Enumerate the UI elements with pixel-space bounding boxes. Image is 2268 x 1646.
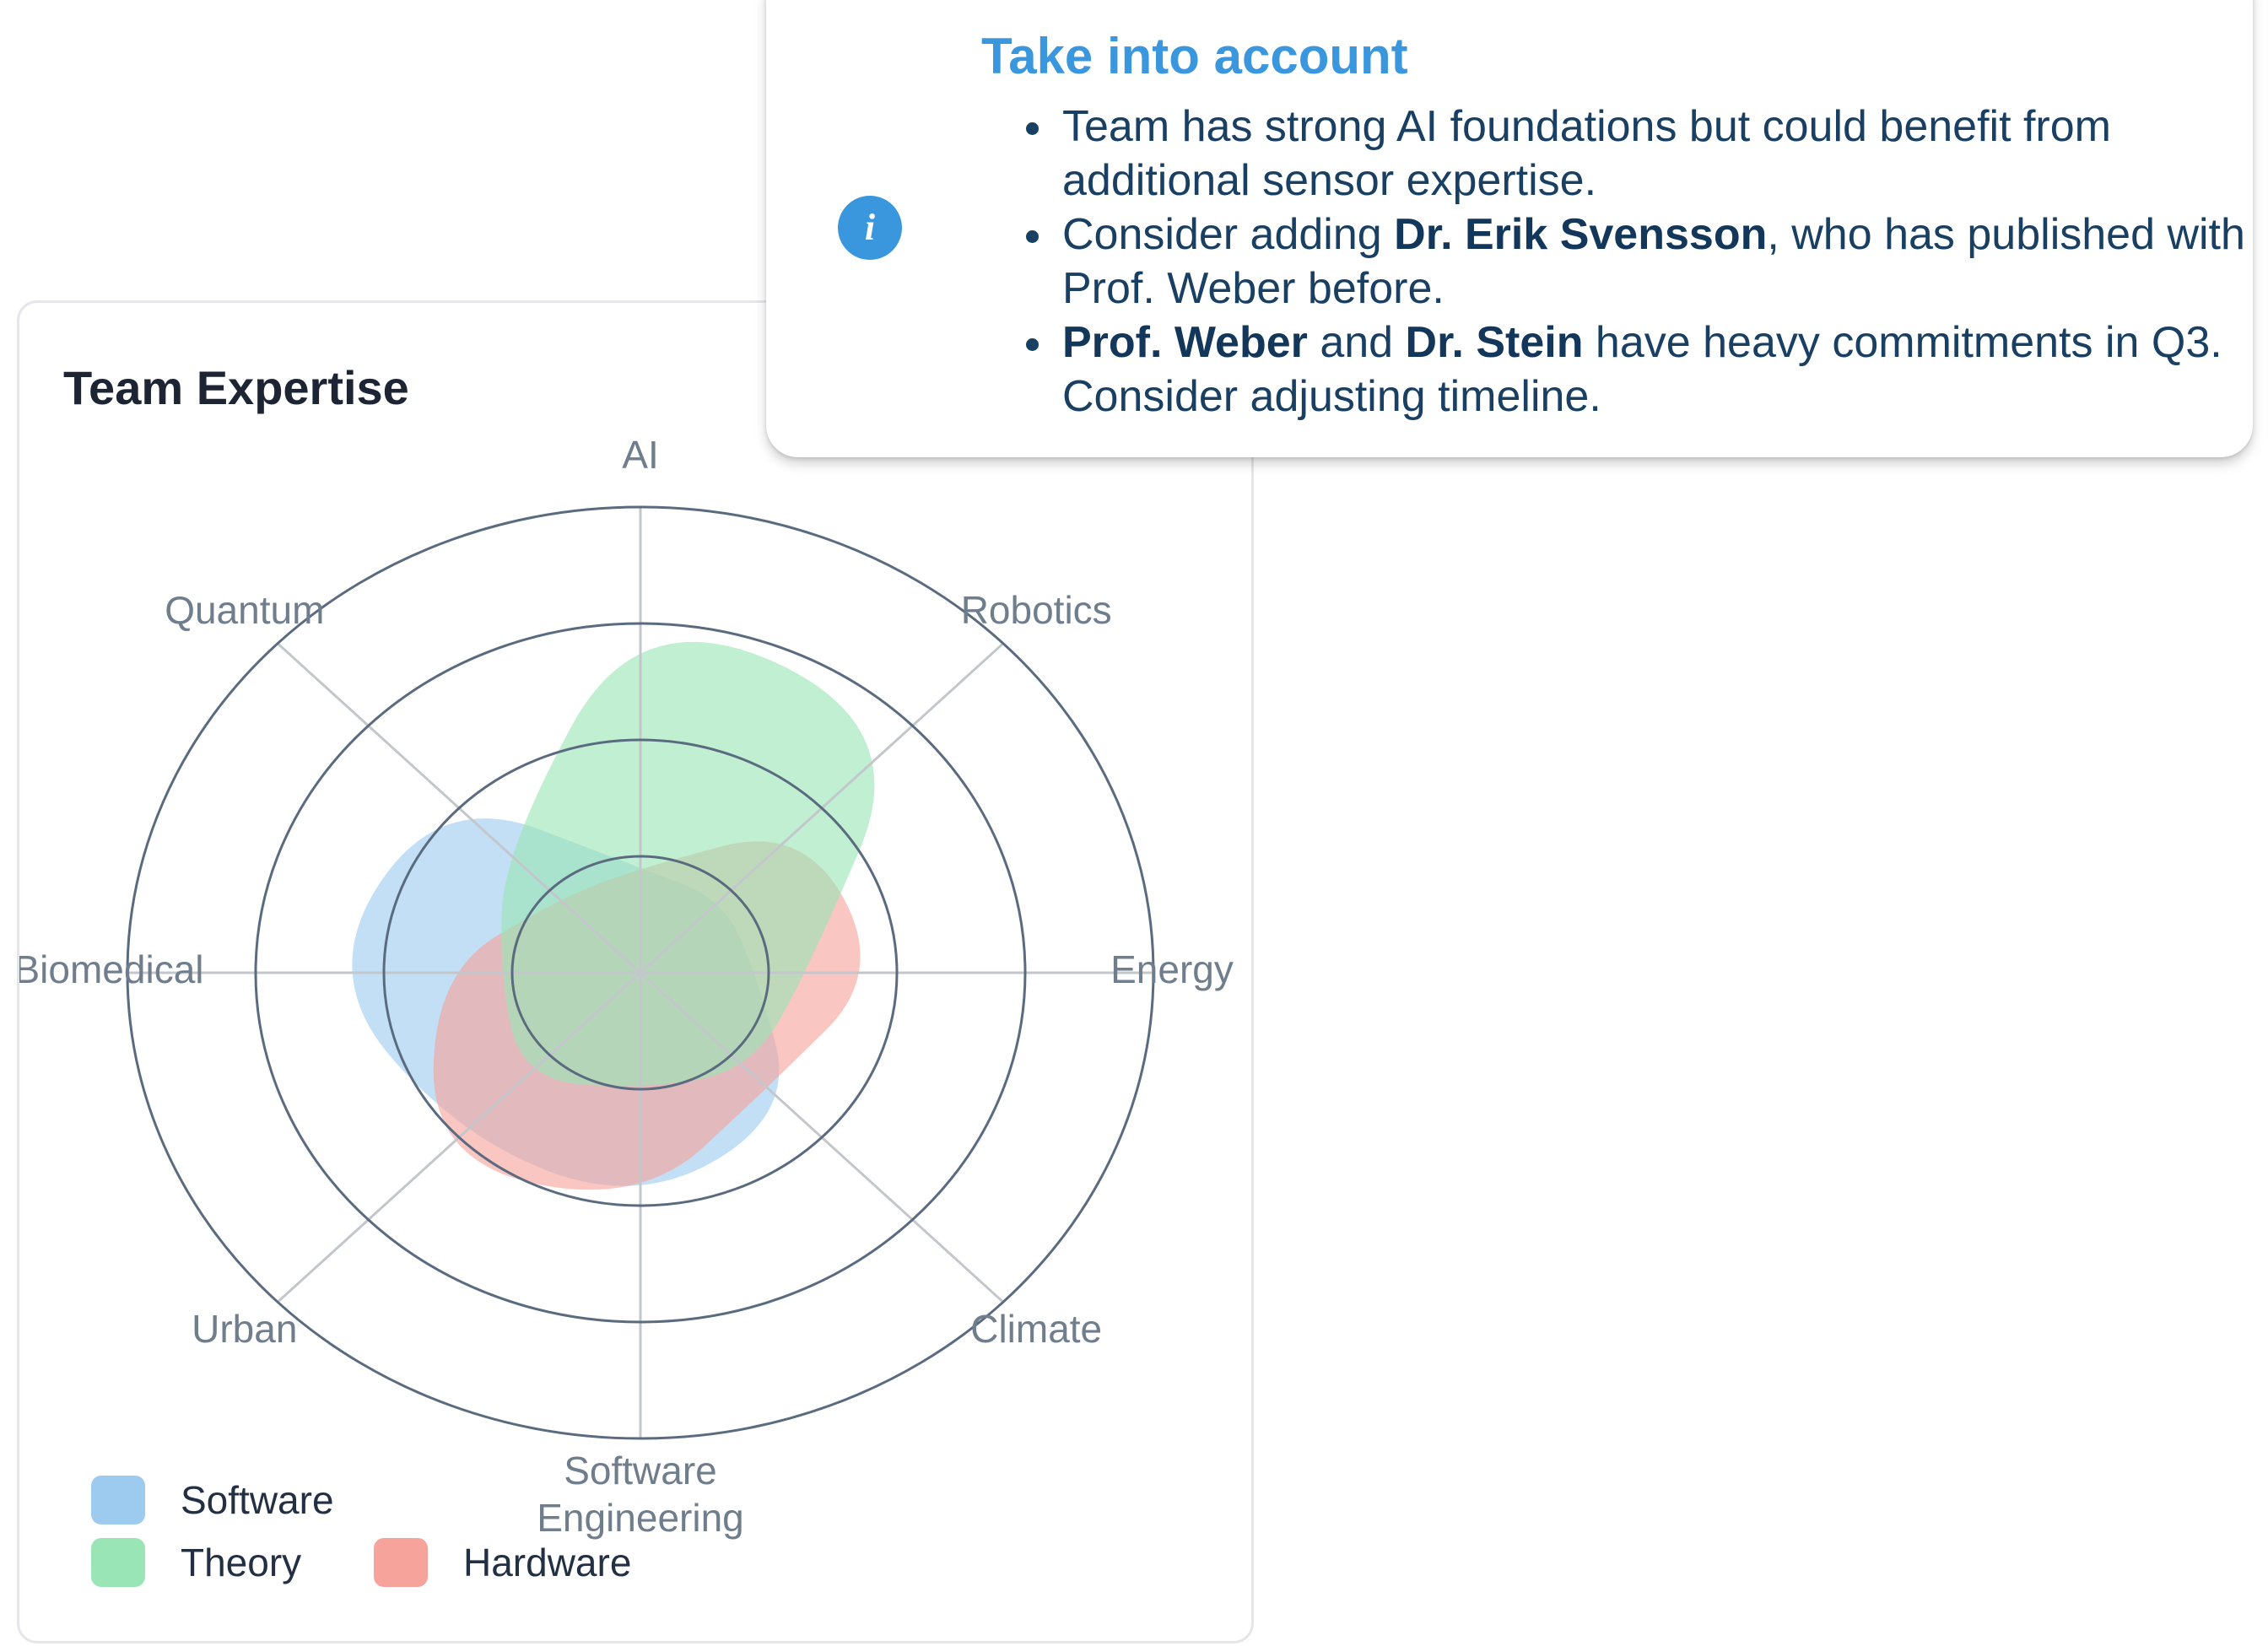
chart-legend: Software Theory Hardware [91,1476,850,1619]
axis-label-robotics: Robotics [961,588,1112,632]
recommendation-list: Team has strong AI foundations but could… [1008,100,2268,424]
recommendation-text: Team has strong AI foundations but could… [1062,102,2111,205]
person-name: Prof. Weber [1062,318,1308,367]
legend-item-theory: Theory [91,1538,301,1587]
person-name: Dr. Stein [1405,318,1584,367]
radar-chart: AIRoboticsEnergyClimateSoftware Engineeri… [19,433,1234,1540]
axis-label-biomedical: Biomedical [19,947,204,991]
team-expertise-card: Team Expertise AI Robotics Energy Climate So… [17,300,1254,1643]
legend-label: Software [181,1478,334,1522]
axis-label-ai: AI [622,433,658,477]
legend-label: Theory [181,1541,302,1584]
person-name: Dr. Erik Svensson [1394,210,1768,259]
recommendation-item: Team has strong AI foundations but could… [1057,100,2268,208]
axis-label-climate: Climate [970,1307,1102,1351]
legend-item-software: Software [91,1476,334,1525]
recommendation-text: Consider adding [1062,210,1395,259]
recommendation-item: Consider adding Dr. Erik Svensson, who h… [1057,208,2268,316]
legend-item-hardware: Hardware [374,1538,631,1587]
axis-label-quantum: Quantum [165,588,324,632]
info-icon: i [838,196,902,260]
axis-label-urban: Urban [192,1307,297,1351]
recommendation-item: Prof. Weber and Dr. Stein have heavy com… [1057,316,2268,424]
legend-swatch [91,1538,145,1587]
axis-label-energy: Energy [1110,947,1234,991]
popover-title: Take into account [981,28,1408,84]
take-into-account-popover: i Take into account Team has strong AI f… [766,0,2253,457]
legend-swatch [91,1476,145,1525]
legend-swatch [374,1538,428,1587]
radar-spokes [127,507,1153,1438]
legend-label: Hardware [463,1541,632,1584]
recommendation-text: and [1307,318,1406,367]
